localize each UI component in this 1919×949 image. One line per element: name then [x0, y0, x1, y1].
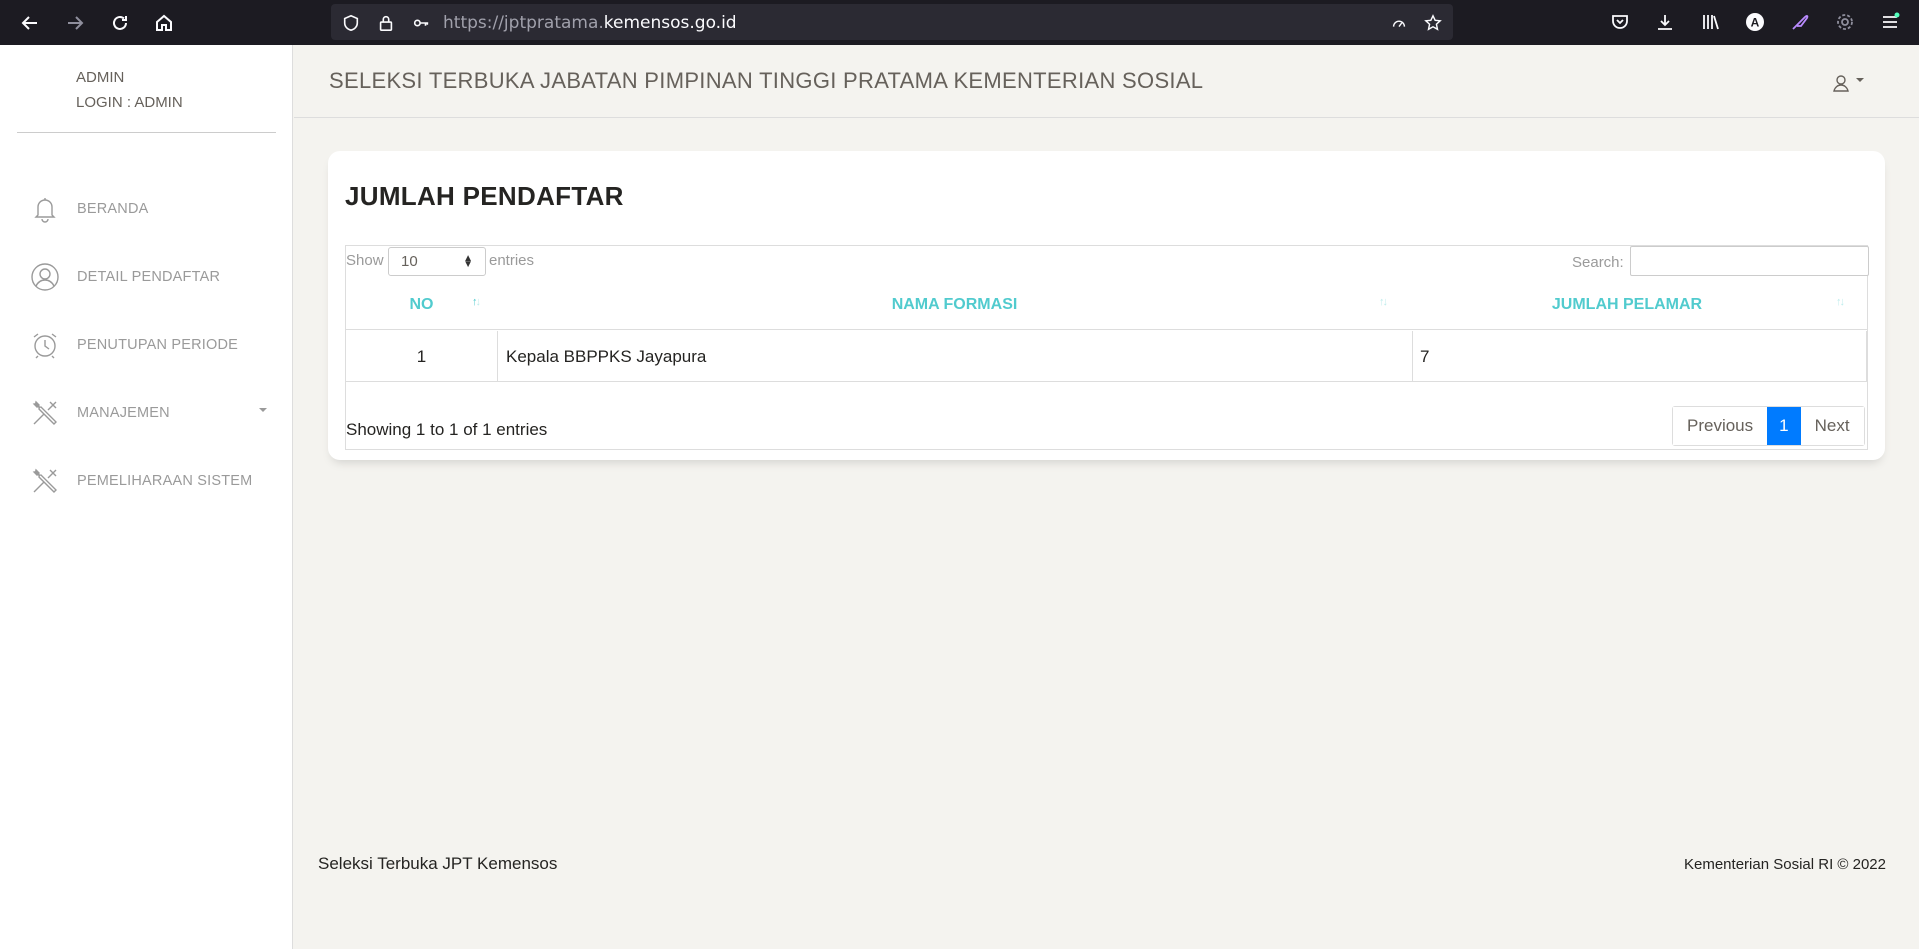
library-icon[interactable]: [1697, 9, 1723, 35]
login-text: LOGIN : ADMIN: [76, 94, 183, 111]
sidebar-item-label: PEMELIHARAAN SISTEM: [77, 473, 253, 489]
previous-button[interactable]: Previous: [1673, 407, 1768, 445]
reader-speed-icon[interactable]: [1389, 13, 1409, 33]
user-name: ADMIN: [76, 69, 125, 86]
footer-copyright: Kementerian Sosial RI © 2022: [1684, 856, 1886, 873]
pendaftar-card: JUMLAH PENDAFTAR Show 10 ▲ ▼ entries Sear…: [328, 151, 1885, 460]
pocket-icon[interactable]: [1607, 9, 1633, 35]
entries-label: entries: [489, 252, 535, 269]
reload-icon[interactable]: [106, 9, 134, 37]
select-arrows-icon: ▲ ▼: [463, 253, 473, 270]
home-icon[interactable]: [150, 9, 178, 37]
bookmark-star-icon[interactable]: [1423, 13, 1443, 33]
sidebar-item-label: PENUTUPAN PERIODE: [77, 337, 239, 353]
table-info: Showing 1 to 1 of 1 entries: [346, 420, 548, 439]
table-header: NO ↑↓ NAMA FORMASI ↑↓ JUMLAH PELAMAR ↑↓: [346, 280, 1867, 330]
sidebar-item-label: MANAJEMEN: [77, 405, 170, 421]
chevron-down-icon[interactable]: [259, 408, 267, 412]
bell-icon: [30, 194, 60, 224]
sidebar-item-beranda[interactable]: BERANDA: [0, 184, 293, 234]
user-circle-icon: [30, 262, 60, 292]
page-title: SELEKSI TERBUKA JABATAN PIMPINAN TINGGI …: [329, 68, 1204, 93]
tools-icon: [30, 398, 60, 428]
entries-select[interactable]: 10 ▲ ▼: [388, 247, 486, 276]
url-bar[interactable]: https://jptpratama.kemensos.go.id: [331, 4, 1453, 40]
tools-icon: [30, 466, 60, 496]
search-input[interactable]: [1630, 246, 1869, 276]
column-header-no[interactable]: NO ↑↓: [346, 280, 497, 330]
download-icon[interactable]: [1652, 9, 1678, 35]
back-arrow-icon[interactable]: [16, 9, 44, 37]
menu-hamburger-icon[interactable]: [1877, 9, 1903, 35]
main-header: SELEKSI TERBUKA JABATAN PIMPINAN TINGGI …: [294, 45, 1919, 118]
chevron-down-icon: [1856, 78, 1864, 82]
key-icon[interactable]: [411, 13, 431, 33]
column-divider: [497, 331, 498, 382]
sidebar-item-label: DETAIL PENDAFTAR: [77, 269, 221, 285]
browser-toolbar: https://jptpratama.kemensos.go.id A: [0, 0, 1919, 45]
sort-asc-icon: ↑↓: [472, 296, 481, 308]
lock-icon[interactable]: [376, 13, 396, 33]
cell-no: 1: [416, 346, 427, 366]
sidebar-item-penutupan-periode[interactable]: PENUTUPAN PERIODE: [0, 320, 293, 370]
sidebar-item-detail-pendaftar[interactable]: DETAIL PENDAFTAR: [0, 252, 293, 302]
user-icon: [1833, 75, 1849, 92]
column-divider: [1866, 331, 1867, 382]
sort-both-icon: ↑↓: [1379, 296, 1388, 308]
sidebar-item-pemeliharaan-sistem[interactable]: PEMELIHARAAN SISTEM: [0, 456, 293, 506]
sidebar-item-manajemen[interactable]: MANAJEMEN: [0, 388, 293, 438]
column-divider: [1412, 331, 1413, 382]
svg-text:A: A: [1751, 16, 1760, 30]
user-menu-button[interactable]: [1831, 71, 1871, 95]
cell-nama-formasi: Kepala BBPPKS Jayapura: [506, 346, 707, 366]
cell-jumlah-pelamar: 7: [1420, 346, 1430, 366]
alarm-clock-icon: [30, 330, 60, 360]
profile-avatar-icon[interactable]: A: [1742, 9, 1768, 35]
entries-select-value: 10: [401, 253, 418, 270]
table-row: 1 Kepala BBPPKS Jayapura 7: [346, 331, 1867, 382]
settings-extension-icon[interactable]: [1832, 9, 1858, 35]
page-1-button[interactable]: 1: [1767, 407, 1801, 445]
column-header-nama-formasi[interactable]: NAMA FORMASI ↑↓: [497, 280, 1412, 330]
search-label: Search:: [1572, 254, 1624, 271]
pagination: Previous 1 Next: [1672, 406, 1865, 446]
show-label: Show: [346, 252, 384, 269]
url-text[interactable]: https://jptpratama.kemensos.go.id: [443, 13, 737, 33]
feather-extension-icon[interactable]: [1787, 9, 1813, 35]
sidebar-item-label: BERANDA: [77, 201, 149, 217]
data-table-wrapper: Show 10 ▲ ▼ entries Search: NO ↑↓ NAMA FO…: [345, 245, 1869, 450]
card-title: JUMLAH PENDAFTAR: [345, 181, 624, 211]
forward-arrow-icon[interactable]: [61, 9, 89, 37]
user-info: ADMIN LOGIN : ADMIN: [76, 65, 183, 115]
shield-icon[interactable]: [341, 13, 361, 33]
sidebar: ADMIN LOGIN : ADMIN BERANDA DETAIL PENDA…: [0, 45, 293, 949]
next-button[interactable]: Next: [1800, 407, 1864, 445]
sidebar-divider: [17, 132, 276, 133]
sort-both-icon: ↑↓: [1836, 296, 1845, 308]
column-header-jumlah-pelamar[interactable]: JUMLAH PELAMAR: [1412, 280, 1842, 330]
footer-title: Seleksi Terbuka JPT Kemensos: [318, 854, 558, 873]
